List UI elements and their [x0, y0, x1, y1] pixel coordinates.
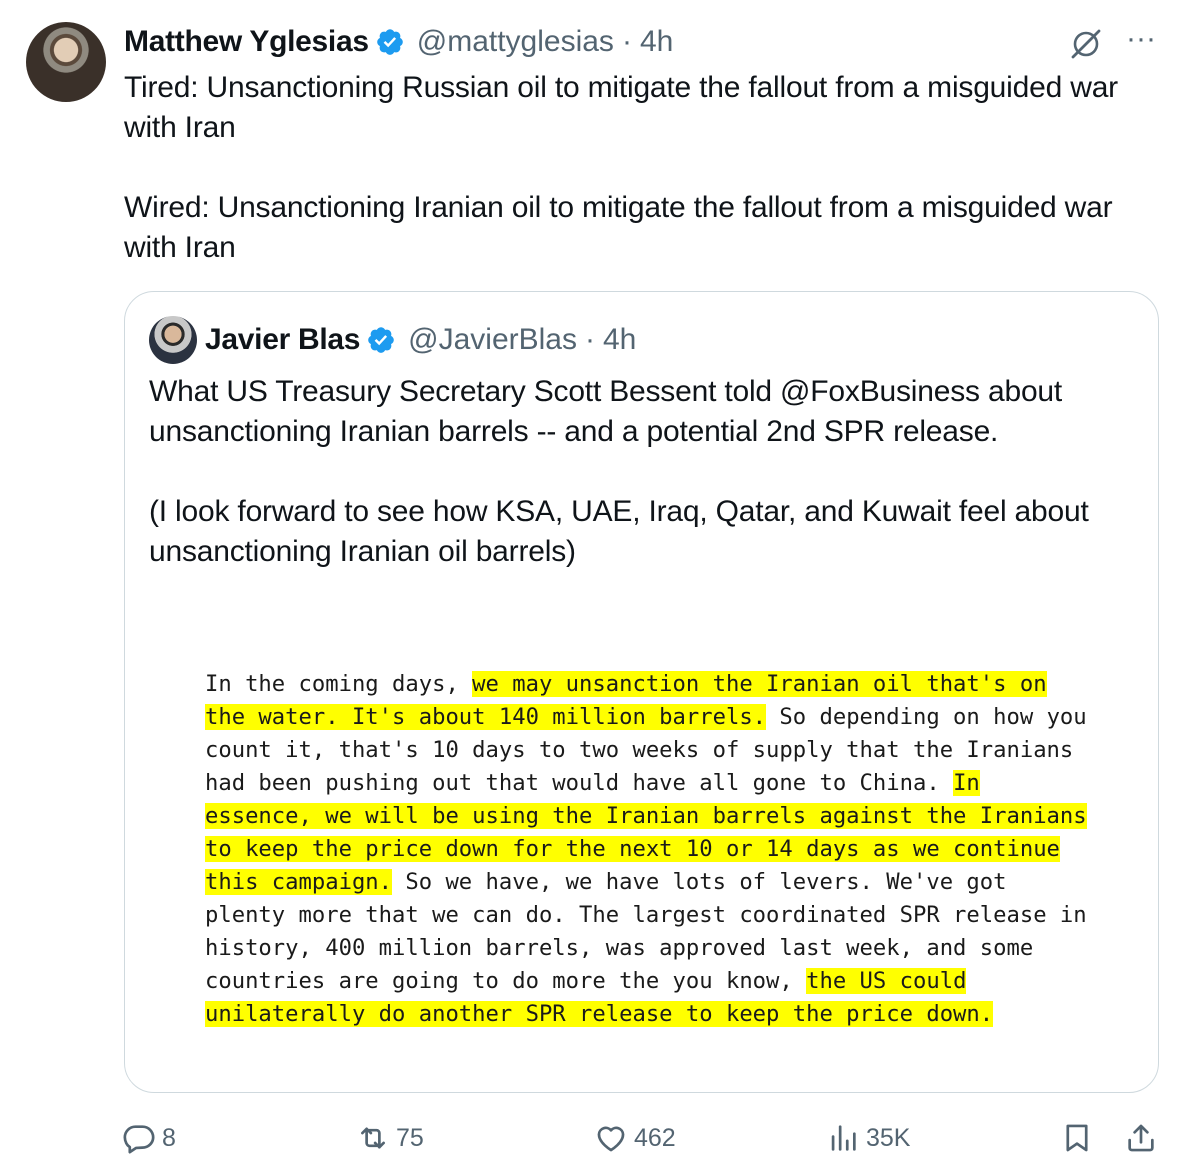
quoted-author-handle[interactable]: @JavierBlas [408, 323, 577, 357]
transcript-line: the water. It's about 140 million barrel… [205, 701, 1105, 734]
highlighted-text: the US could [806, 968, 967, 994]
repost-count: 75 [396, 1123, 424, 1152]
author-avatar[interactable] [26, 22, 106, 102]
transcript-text: So depending on how you [766, 704, 1087, 730]
transcript-line: plenty more that we can do. The largest … [205, 899, 1105, 932]
transcript-line: In the coming days, we may unsanction th… [205, 668, 1105, 701]
quoted-author-header: Javier Blas @JavierBlas · 4h [205, 320, 636, 360]
action-bar: 8 75 462 35K [0, 1116, 1186, 1160]
highlighted-text: unilaterally do another SPR release to k… [205, 1001, 994, 1027]
quoted-tweet[interactable]: Javier Blas @JavierBlas · 4h What US Tre… [124, 291, 1159, 1093]
transcript-line: countries are going to do more the you k… [205, 965, 1105, 998]
transcript-text: plenty more that we can do. The largest … [205, 902, 1087, 928]
author-handle[interactable]: @mattyglesias [417, 25, 614, 59]
highlighted-text: to keep the price down for the next 10 o… [205, 836, 1060, 862]
like-count: 462 [634, 1123, 676, 1152]
highlighted-text: In [953, 770, 980, 796]
analytics-icon [831, 1125, 856, 1151]
author-header: Matthew Yglesias @mattyglesias · 4h [124, 22, 673, 62]
grok-icon[interactable] [1068, 26, 1104, 62]
reply-icon [123, 1125, 155, 1154]
views-button[interactable]: 35K [826, 1116, 910, 1160]
transcript-line: count it, that's 10 days to two weeks of… [205, 734, 1105, 767]
verified-badge-icon [376, 29, 403, 55]
transcript-text: So we have, we have lots of levers. We'v… [392, 869, 1007, 895]
repost-icon [361, 1127, 385, 1149]
highlighted-text: we may unsanction the Iranian oil that's… [472, 671, 1047, 697]
separator-dot: · [621, 25, 632, 58]
highlighted-text: this campaign. [205, 869, 393, 895]
share-button[interactable] [1124, 1116, 1164, 1160]
quoted-author-avatar[interactable] [149, 316, 197, 364]
transcript-text: history, 400 million barrels, was approv… [205, 935, 1034, 961]
views-count: 35K [866, 1123, 911, 1152]
bookmark-button[interactable] [1060, 1116, 1100, 1160]
transcript-text: had been pushing out that would have all… [205, 770, 954, 796]
transcript-line: this campaign. So we have, we have lots … [205, 866, 1105, 899]
share-icon [1128, 1124, 1154, 1152]
quoted-tweet-text: What US Treasury Secretary Scott Bessent… [149, 375, 1089, 568]
heart-icon [597, 1126, 625, 1152]
transcript-line: essence, we will be using the Iranian ba… [205, 800, 1105, 833]
separator-dot: · [585, 323, 595, 356]
transcript-line: unilaterally do another SPR release to k… [205, 998, 1105, 1031]
bookmark-icon [1066, 1124, 1088, 1152]
transcript-line: history, 400 million barrels, was approv… [205, 932, 1105, 965]
quoted-author-name[interactable]: Javier Blas [205, 323, 360, 357]
transcript-text: count it, that's 10 days to two weeks of… [205, 737, 1074, 763]
quoted-post-time[interactable]: 4h [603, 323, 636, 357]
author-name[interactable]: Matthew Yglesias [124, 25, 369, 59]
highlighted-text: essence, we will be using the Iranian ba… [205, 803, 1087, 829]
transcript-line: to keep the price down for the next 10 o… [205, 833, 1105, 866]
quoted-transcript-image[interactable]: In the coming days, we may unsanction th… [205, 668, 1105, 1031]
highlighted-text: the water. It's about 140 million barrel… [205, 704, 767, 730]
repost-button[interactable]: 75 [356, 1116, 424, 1160]
post-time[interactable]: 4h [640, 25, 673, 59]
tweet-text: Tired: Unsanctioning Russian oil to miti… [124, 71, 1118, 264]
transcript-text: countries are going to do more the you k… [205, 968, 807, 994]
reply-count: 8 [162, 1123, 176, 1152]
transcript-line: had been pushing out that would have all… [205, 767, 1105, 800]
transcript-text: In the coming days, [205, 671, 473, 697]
like-button[interactable]: 462 [594, 1116, 676, 1160]
verified-badge-icon [368, 327, 394, 353]
more-options-button[interactable]: ··· [1120, 24, 1162, 60]
reply-button[interactable]: 8 [122, 1116, 176, 1160]
